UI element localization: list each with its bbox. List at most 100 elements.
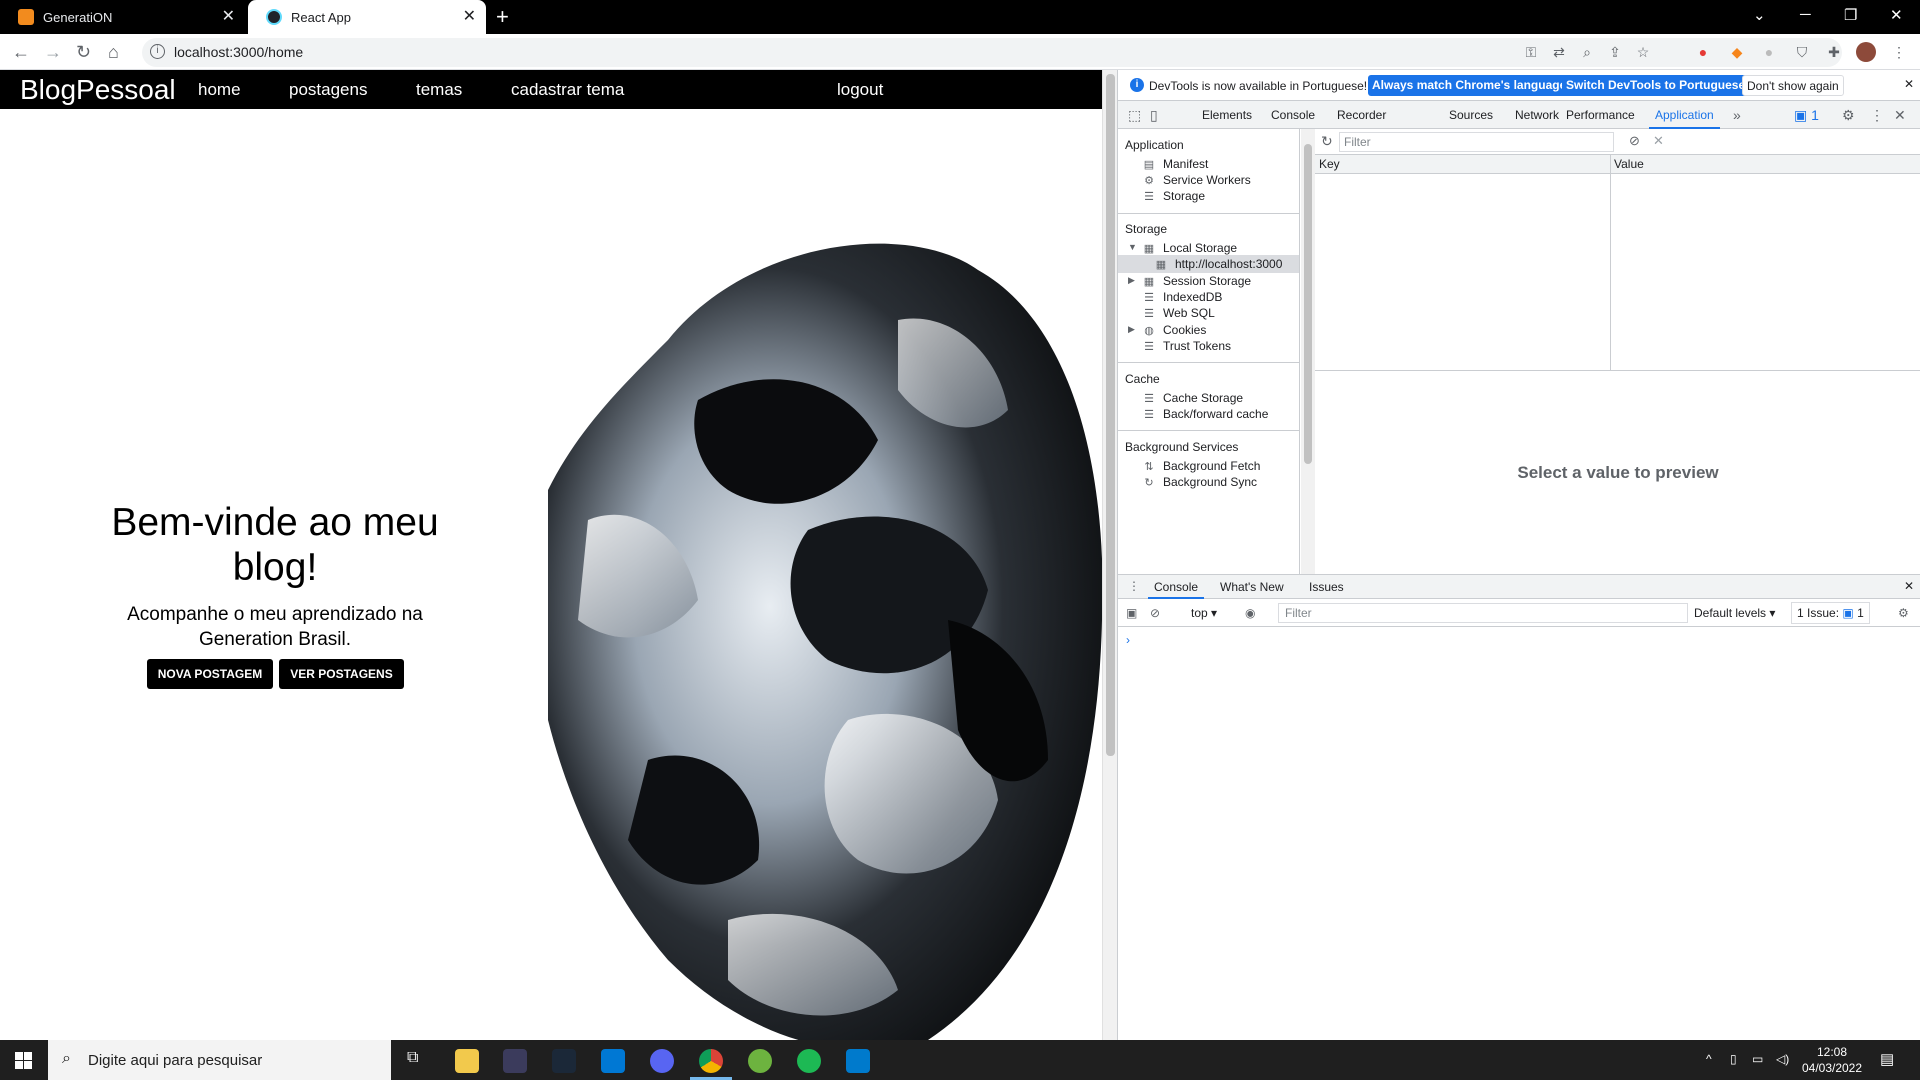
log-levels-dropdown[interactable]: Default levels ▾ — [1694, 606, 1775, 620]
spring-tools-icon[interactable] — [748, 1049, 772, 1073]
refresh-icon[interactable]: ↻ — [1321, 133, 1333, 150]
dont-show-again-button[interactable]: Don't show again — [1742, 75, 1844, 96]
nav-home[interactable]: home — [198, 80, 241, 100]
sidebar-item-storage[interactable]: ☰ Storage — [1142, 187, 1205, 205]
window-close-icon[interactable]: ✕ — [1890, 6, 1903, 24]
sidebar-item-web-sql[interactable]: ☰ Web SQL — [1142, 304, 1215, 322]
puzzle-extensions-icon[interactable]: ✚ — [1825, 43, 1843, 61]
browser-menu-icon[interactable]: ⋮ — [1890, 43, 1908, 61]
console-settings-icon[interactable]: ⚙ — [1898, 606, 1909, 620]
extension-icon[interactable]: ● — [1760, 43, 1778, 61]
new-post-button[interactable]: NOVA POSTAGEM — [147, 659, 273, 689]
tab-performance[interactable]: Performance — [1566, 108, 1635, 122]
devtools-menu-icon[interactable]: ⋮ — [1870, 107, 1884, 124]
volume-icon[interactable]: ◁) — [1776, 1052, 1789, 1066]
scrollbar-thumb[interactable] — [1106, 74, 1115, 756]
discord-icon[interactable] — [650, 1049, 674, 1073]
profile-avatar[interactable] — [1856, 42, 1876, 62]
tab-recorder[interactable]: Recorder — [1337, 108, 1386, 122]
brand-logo[interactable]: BlogPessoal — [20, 74, 176, 106]
issues-badge[interactable]: ▣ 1 — [1794, 107, 1819, 124]
nav-logout[interactable]: logout — [837, 80, 883, 100]
chrome-icon[interactable] — [699, 1049, 723, 1073]
column-key[interactable]: Key — [1319, 157, 1340, 171]
settings-gear-icon[interactable]: ⚙ — [1842, 107, 1855, 124]
console-prompt-icon[interactable]: › — [1126, 633, 1130, 647]
restore-icon[interactable]: ❐ — [1844, 6, 1857, 24]
device-toolbar-icon[interactable]: ▯ — [1150, 107, 1158, 124]
taskbar-search-box[interactable]: ⌕ Digite aqui para pesquisar — [48, 1040, 391, 1080]
drawer-tab-console[interactable]: Console — [1147, 580, 1205, 599]
sidebar-item-background-sync[interactable]: ↻ Background Sync — [1142, 473, 1257, 491]
metamask-extension-icon[interactable]: ◆ — [1728, 43, 1746, 61]
back-arrow-icon[interactable]: ← — [12, 42, 30, 63]
opera-extension-icon[interactable]: ● — [1694, 43, 1712, 61]
live-app-icon[interactable] — [503, 1049, 527, 1073]
close-icon[interactable]: ✕ — [463, 9, 476, 25]
more-tabs-icon[interactable]: » — [1733, 107, 1741, 123]
close-devtools-icon[interactable]: ✕ — [1894, 107, 1906, 124]
new-tab-button[interactable]: + — [496, 4, 509, 30]
context-selector[interactable]: top ▾ — [1191, 606, 1217, 620]
sidebar-item-localhost[interactable]: ▦ http://localhost:3000 — [1118, 255, 1299, 273]
delete-selected-icon[interactable]: ✕ — [1653, 133, 1664, 149]
reload-icon[interactable]: ↻ — [76, 42, 91, 63]
page-scrollbar[interactable] — [1102, 70, 1117, 1040]
nav-postagens[interactable]: postagens — [289, 80, 367, 100]
shield-extension-icon[interactable]: ⛉ — [1793, 43, 1811, 61]
nav-cadastrar-tema[interactable]: cadastrar tema — [511, 80, 624, 100]
collapsed-triangle-icon[interactable]: ▶ — [1128, 324, 1135, 335]
expanded-triangle-icon[interactable]: ▼ — [1128, 242, 1137, 252]
minimize-icon[interactable]: ─ — [1800, 6, 1811, 23]
tab-sources[interactable]: Sources — [1449, 108, 1493, 122]
tab-console[interactable]: Console — [1271, 108, 1315, 122]
inspect-element-icon[interactable]: ⬚ — [1128, 107, 1141, 124]
close-icon[interactable]: ✕ — [222, 9, 235, 25]
scrollbar-thumb[interactable] — [1304, 144, 1312, 464]
share-icon[interactable]: ⇪ — [1606, 43, 1624, 61]
eye-icon[interactable]: ◉ — [1245, 606, 1255, 620]
notifications-icon[interactable]: ▤ — [1880, 1050, 1894, 1068]
zoom-icon[interactable]: ⌕ — [1578, 43, 1596, 61]
translate-icon[interactable]: ⇄ — [1550, 43, 1568, 61]
address-bar[interactable]: i localhost:3000/home ⚿ ⇄ ⌕ ⇪ ☆ — [142, 38, 1842, 67]
collapsed-triangle-icon[interactable]: ▶ — [1128, 275, 1135, 286]
windows-start-icon[interactable] — [15, 1052, 32, 1069]
view-posts-button[interactable]: VER POSTAGENS — [279, 659, 404, 689]
issues-button[interactable]: 1 Issue: ▣ 1 — [1791, 602, 1870, 624]
drawer-tab-issues[interactable]: Issues — [1309, 580, 1344, 594]
steam-icon[interactable] — [552, 1049, 576, 1073]
vscode-icon[interactable] — [846, 1049, 870, 1073]
site-info-icon[interactable]: i — [150, 44, 165, 59]
tab-generation[interactable]: GeneratiON ✕ — [0, 0, 245, 34]
tab-application[interactable]: Application — [1649, 108, 1720, 129]
network-icon[interactable]: ▭ — [1752, 1052, 1763, 1066]
tab-elements[interactable]: Elements — [1202, 108, 1252, 122]
sidebar-scrollbar[interactable] — [1301, 129, 1315, 574]
key-icon[interactable]: ⚿ — [1522, 43, 1540, 61]
sidebar-item-trust-tokens[interactable]: ☰ Trust Tokens — [1142, 337, 1231, 355]
console-filter-input[interactable]: Filter — [1278, 603, 1688, 623]
nav-temas[interactable]: temas — [416, 80, 462, 100]
clear-all-icon[interactable]: ⊘ — [1629, 133, 1640, 149]
device-icon[interactable]: ▯ — [1730, 1052, 1737, 1066]
switch-portuguese-button[interactable]: Switch DevTools to Portuguese — [1562, 75, 1750, 96]
match-language-button[interactable]: Always match Chrome's language — [1368, 75, 1571, 96]
spotify-icon[interactable] — [797, 1049, 821, 1073]
taskbar-clock[interactable]: 12:08 04/03/2022 — [1800, 1044, 1864, 1076]
tray-chevron-icon[interactable]: ^ — [1706, 1052, 1712, 1066]
tab-search-icon[interactable]: ⌄ — [1753, 6, 1766, 24]
tab-react-app[interactable]: React App ✕ — [248, 0, 486, 34]
task-view-icon[interactable]: ⧉ — [407, 1049, 418, 1067]
clear-console-icon[interactable]: ⊘ — [1150, 606, 1160, 620]
drawer-menu-icon[interactable]: ⋮ — [1128, 579, 1140, 593]
url-text[interactable]: localhost:3000/home — [174, 44, 303, 60]
column-value[interactable]: Value — [1614, 155, 1644, 174]
drawer-tab-whats-new[interactable]: What's New — [1220, 580, 1284, 594]
file-explorer-icon[interactable] — [455, 1049, 479, 1073]
sidebar-toggle-icon[interactable]: ▣ — [1126, 606, 1137, 620]
tab-network[interactable]: Network — [1515, 108, 1559, 122]
sidebar-item-back-forward-cache[interactable]: ☰ Back/forward cache — [1142, 405, 1268, 423]
forward-arrow-icon[interactable]: → — [44, 42, 62, 63]
mail-icon[interactable] — [601, 1049, 625, 1073]
